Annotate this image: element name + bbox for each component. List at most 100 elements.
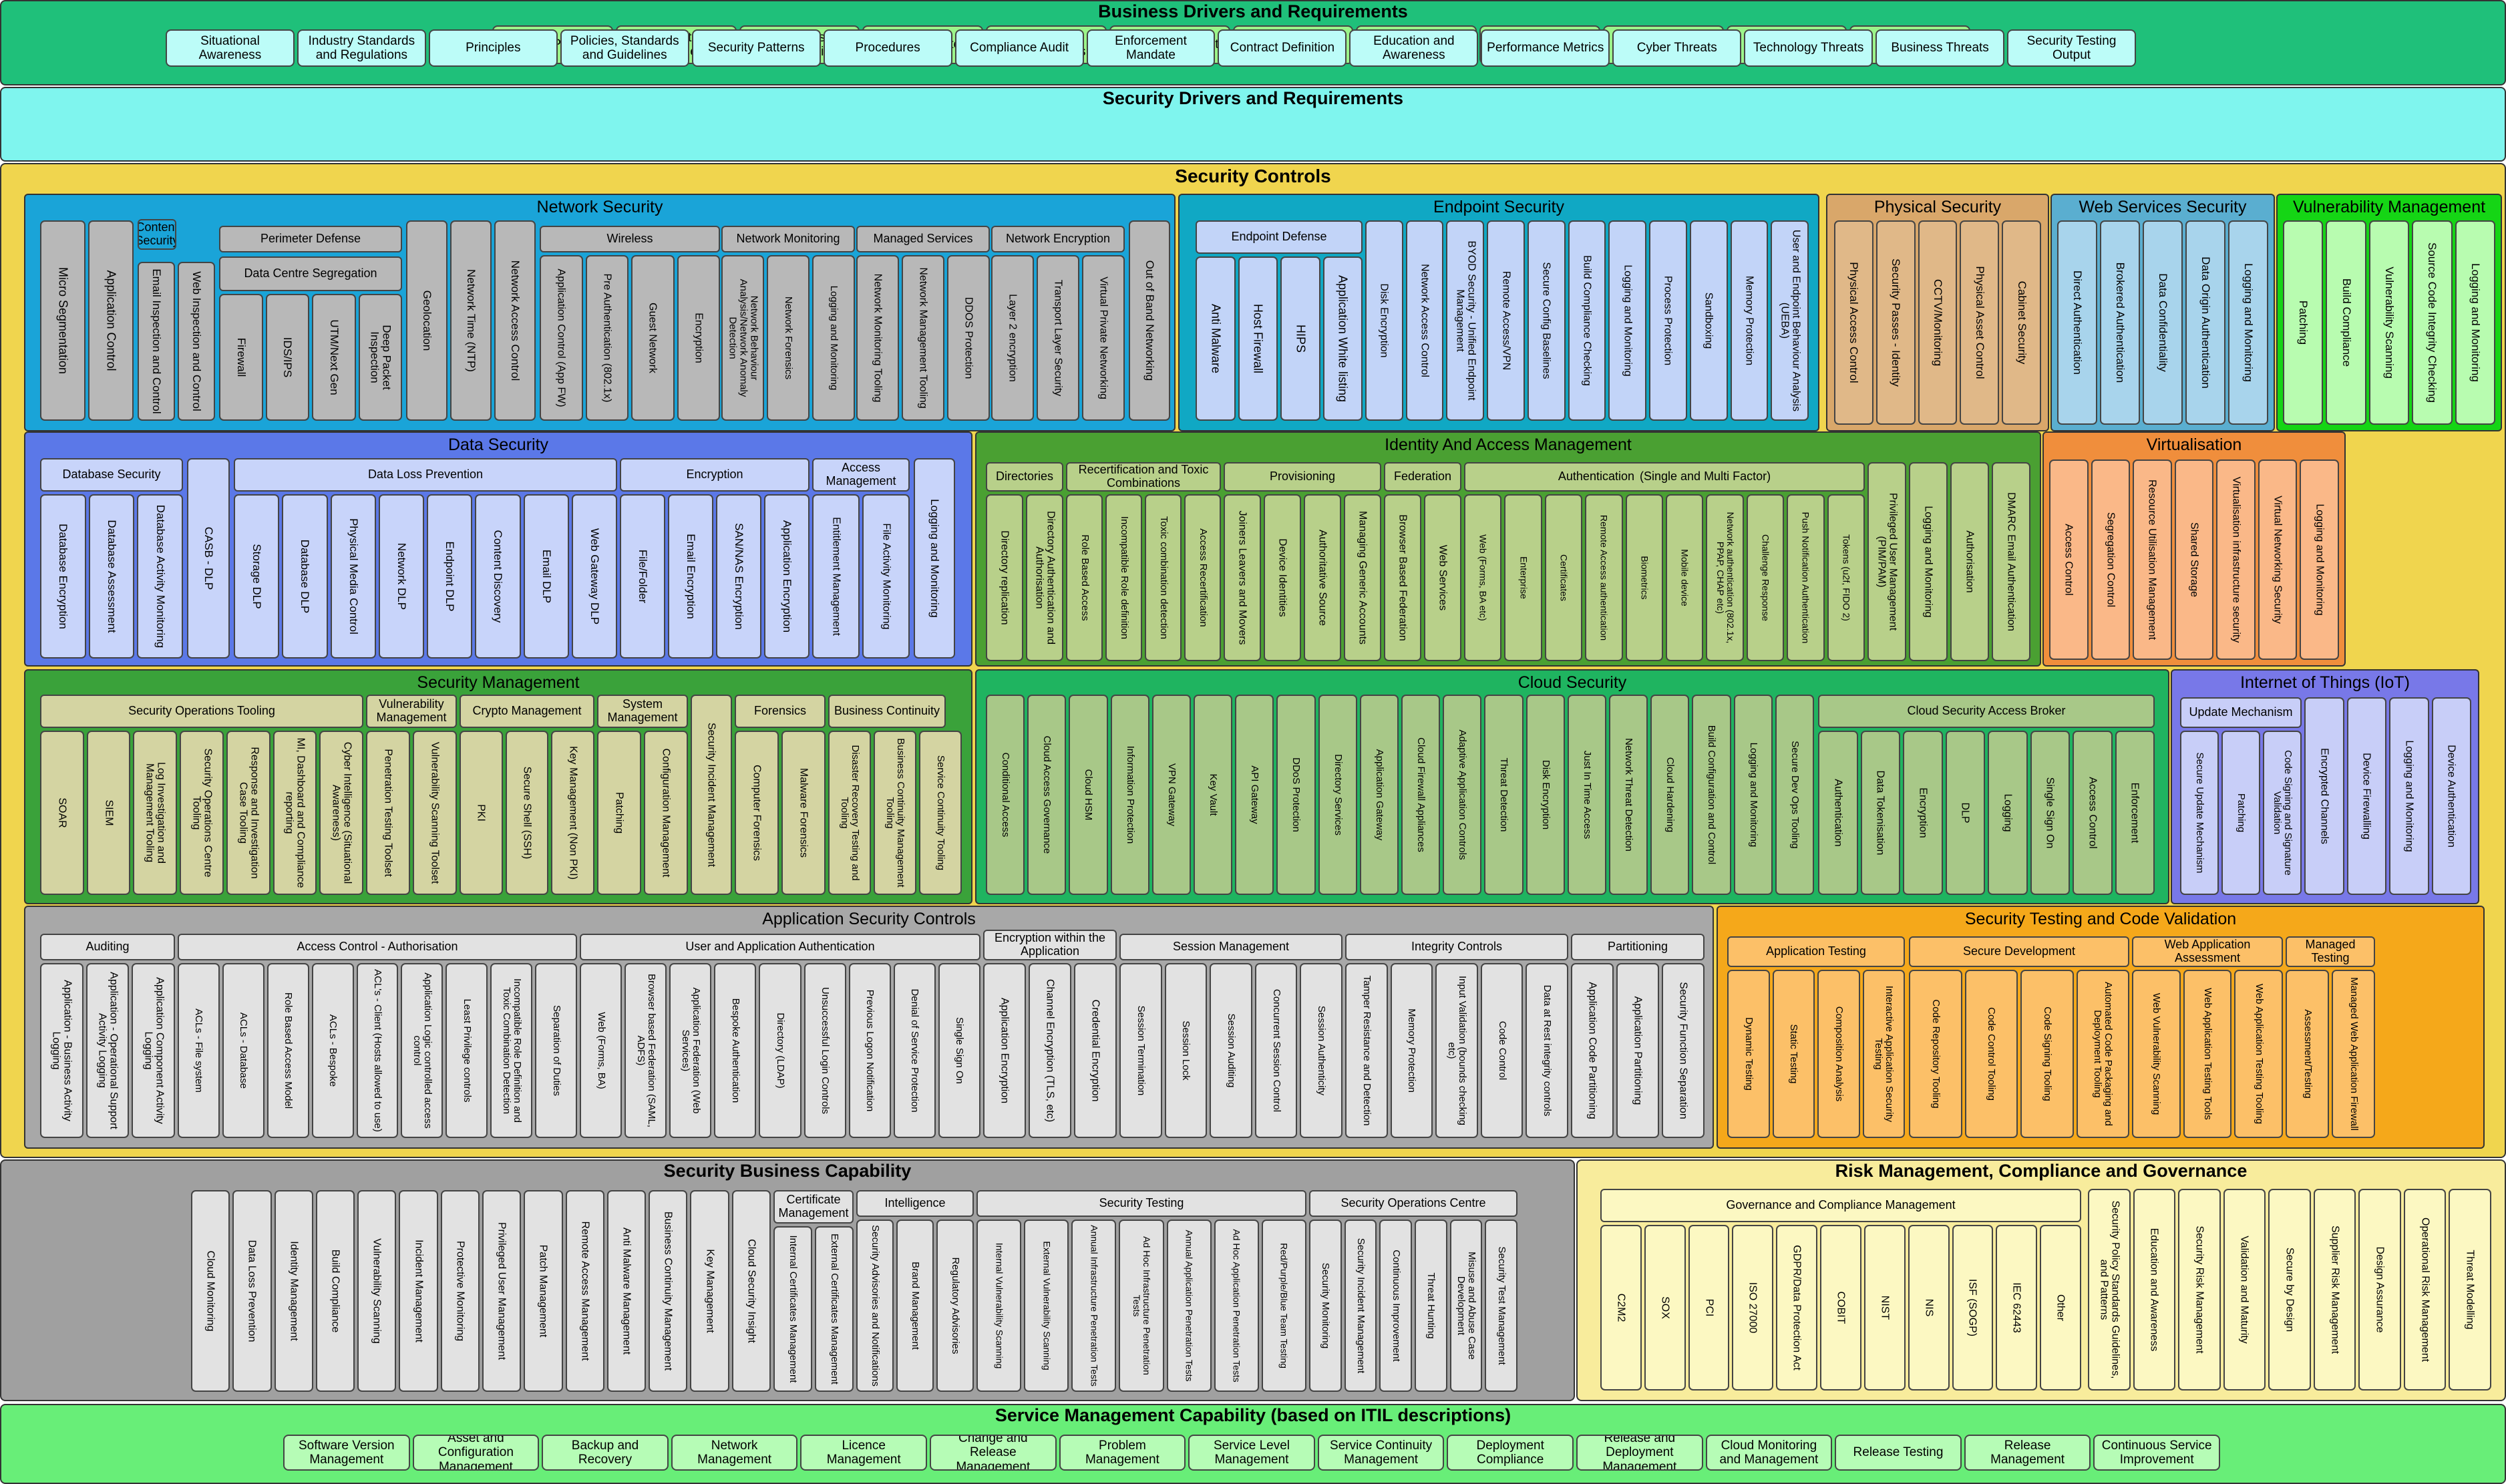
group-web-application-assessment: Web Application Assessment <box>2132 936 2283 967</box>
control-virtualisation-infrastructure-security: Virtualisation infrastructure security <box>2216 459 2256 660</box>
control-label: Automated Code Packaging and Deployment … <box>2092 982 2115 1126</box>
control-code-signing-and-signature-validation: Code Signing and Signature Validation <box>2263 731 2302 895</box>
control-cloud-firewall-appliances: Cloud Firewall Appliances <box>1401 695 1441 895</box>
control-web-inspection-and-control: Web Inspection and Control <box>178 262 215 421</box>
control-identity-management: Identity Management <box>274 1190 313 1392</box>
control-label: Security Test Management <box>1495 1246 1507 1365</box>
control-label: Credential Encryption <box>1089 999 1101 1102</box>
control-cctv-monitoring: CCTV/Monitoring <box>1918 220 1958 425</box>
control-label: Build Configuration and Control <box>1706 725 1718 865</box>
control-label: Code Repository Tooling <box>1930 999 1942 1109</box>
group-data-loss-prevention: Data Loss Prevention <box>234 458 617 492</box>
control-label: Vulnerability Scanning <box>371 1238 383 1344</box>
control-data-loss-prevention: Data Loss Prevention <box>232 1190 272 1392</box>
control-threat-modelling: Threat Modelling <box>2449 1189 2491 1390</box>
control-label: Security Advisories and Notifications <box>870 1225 882 1386</box>
control-label: Ad Hoc Infrastructure Penetration Tests <box>1131 1236 1153 1375</box>
security-drivers-band: Security Drivers and Requirements <box>0 87 2506 162</box>
control-label: Web Gateway DLP <box>588 528 602 625</box>
control-annual-application-penetration-tests: Annual Application Penetration Tests <box>1166 1220 1212 1392</box>
control-label: Bespoke Authentication <box>729 998 741 1103</box>
auth-subtitle: (Single and Multi Factor) <box>1640 470 1771 484</box>
control-secure-dev-ops-tooling: Secure Dev Ops Tooling <box>1775 695 1814 895</box>
group-encryption-within-the-application: Encryption within the Application <box>983 930 1117 960</box>
control-secure-config-baselines: Secure Config Baselines <box>1527 220 1566 421</box>
group-partitioning: Partitioning <box>1571 934 1705 960</box>
control-label: BYOD Security - Unified Endpoint Managem… <box>1453 240 1477 401</box>
control-label: Enforcement <box>2129 782 2141 844</box>
control-label: Logging and Monitoring <box>2469 263 2482 382</box>
control-key-management: Key Management <box>690 1190 729 1392</box>
control-label: Access Recertification <box>1197 528 1209 627</box>
control-label: Resource Utilisation Management <box>2147 479 2159 640</box>
control-label: Logging and Monitoring <box>928 499 942 618</box>
control-acl-s-client-hosts-allowed-to-use: ACL's - Client (Hosts allowed to use) <box>356 963 399 1138</box>
endpoint-security-title: Endpoint Security <box>1433 198 1564 216</box>
control-email-dlp: Email DLP <box>523 494 569 659</box>
control-static-testing: Static Testing <box>1772 970 1815 1138</box>
control-database-encryption: Database Encryption <box>40 494 86 659</box>
control-label: PCI <box>1703 1298 1715 1317</box>
control-separation-of-duties: Separation of Duties <box>535 963 577 1138</box>
control-label: Regulatory Advisories <box>950 1257 962 1354</box>
control-validation-and-maturity: Validation and Maturity <box>2223 1189 2266 1390</box>
control-label: Annual Infrastructure Penetration Tests <box>1089 1225 1100 1386</box>
item-release-and-deployment-management: Release and Deployment Management <box>1576 1435 1703 1471</box>
control-session-lock: Session Lock <box>1164 963 1208 1138</box>
control-brand-management: Brand Management <box>896 1220 934 1392</box>
control-label: Protective Monitoring <box>454 1240 466 1342</box>
control-browser-based-federation: Browser Based Federation <box>1384 494 1421 661</box>
control-ddos-protection: DDOS Protection <box>947 255 990 421</box>
control-label: Continuous Improvement <box>1390 1250 1402 1362</box>
control-host-firewall: Host Firewall <box>1238 256 1278 421</box>
control-credential-encryption: Credential Encryption <box>1074 963 1117 1138</box>
control-misuse-and-abuse-case-development: Misuse and Abuse Case Development <box>1449 1220 1483 1392</box>
control-hips: HIPS <box>1280 256 1320 421</box>
item-security-patterns: Security Patterns <box>691 29 821 67</box>
control-label: Static Testing <box>1788 1024 1800 1084</box>
control-label: Challenge Response <box>1760 534 1771 621</box>
control-patching: Patching <box>597 731 641 895</box>
control-label: Application Code Partitioning <box>1586 982 1598 1119</box>
control-security-passes-identity: Security Passes - Identity <box>1875 220 1916 425</box>
control-remote-access-authentication: Remote Access authentication <box>1585 494 1623 661</box>
control-label: IDS/IPS <box>281 337 295 378</box>
control-web-gateway-dlp: Web Gateway DLP <box>571 494 617 659</box>
control-network-monitoring-tooling: Network Monitoring Tooling <box>856 255 899 421</box>
control-build-compliance-checking: Build Compliance Checking <box>1568 220 1606 421</box>
control-label: HIPS <box>1294 324 1308 353</box>
group-encryption: Encryption <box>620 458 810 492</box>
sbc-title: Security Business Capability <box>663 1161 912 1181</box>
control-label: Composition Analysis <box>1833 1006 1845 1102</box>
group-database-security: Database Security <box>40 458 183 492</box>
control-label: Segregation Control <box>2105 512 2117 608</box>
control-label: Logging and Monitoring <box>1922 506 1934 618</box>
control-label: Secure Config Baselines <box>1540 262 1552 379</box>
business-drivers-title: Business Drivers and Requirements <box>1098 1 1408 21</box>
control-label: Access Control <box>2063 524 2075 596</box>
control-virtual-networking-security: Virtual Networking Security <box>2258 459 2298 660</box>
control-physical-asset-control: Physical Asset Control <box>1960 220 2000 425</box>
group-data-centre-segregation: Data Centre Segregation <box>219 256 402 291</box>
control-network-behaviour-analysis-network-anomaly-detection: Network Behaviour Analysis/Network Anoma… <box>721 255 764 421</box>
control-label: Physical Media Control <box>347 518 360 634</box>
control-label: Code Control Tooling <box>1986 1007 1998 1101</box>
control-code-repository-tooling: Code Repository Tooling <box>1909 970 1962 1138</box>
control-mi-dashboard-and-compliance-reporting: MI, Dashboard and Compliance reporting <box>273 731 317 895</box>
control-device-authentication: Device Authentication <box>2431 697 2471 895</box>
control-label: Process Protection <box>1662 275 1674 366</box>
item-industry-standards-and-regulations: Industry Standards and Regulations <box>297 29 426 67</box>
item-performance-metrics: Performance Metrics <box>1481 29 1610 67</box>
group-auditing: Auditing <box>40 934 175 960</box>
control-incompatible-role-definition-and-toxic-combination-detection: Incompatible Role Definition and Toxic C… <box>490 963 533 1138</box>
control-label: Code Signing Tooling <box>2041 1006 2053 1101</box>
control-label: Browser based Federation (SAML, ADFS) <box>635 973 657 1128</box>
control-network-management-tooling: Network Management Tooling <box>902 255 944 421</box>
control-label: Security Function Separation <box>1677 982 1689 1119</box>
control-pci: PCI <box>1688 1225 1730 1390</box>
control-label: Input Validation (bounds checking etc) <box>1445 975 1469 1126</box>
control-role-based-access: Role Based Access <box>1066 494 1103 661</box>
control-label: File Activity Monitoring <box>880 523 892 630</box>
control-anti-malware: Anti Malware <box>1196 256 1236 421</box>
control-label: Single Sign On <box>2044 777 2056 849</box>
